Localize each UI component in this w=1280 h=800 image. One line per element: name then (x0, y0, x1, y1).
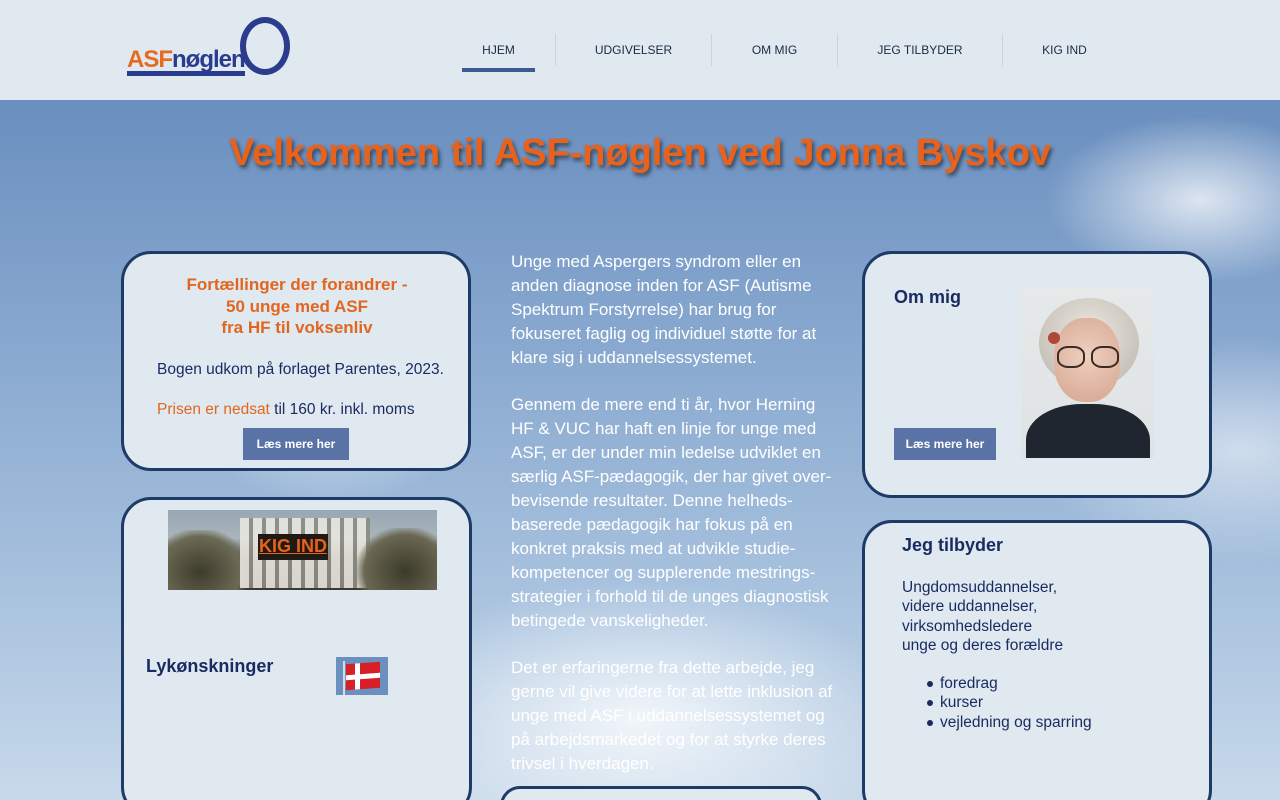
about-title: Om mig (894, 287, 962, 307)
nav-item-om-mig[interactable]: OM MIG (712, 0, 837, 100)
audience-line: Ungdomsuddannelser, (902, 579, 1058, 596)
portrait-flower (1048, 332, 1060, 344)
logo-key-ring-icon (240, 17, 290, 75)
nav-item-label: JEG TILBYDER (877, 43, 963, 57)
intro-paragraph: Unge med Aspergers syndrom eller en ande… (511, 252, 817, 367)
offers-list: foredrag kurser vejledning og sparring (927, 674, 1180, 732)
page-title: Velkommen til ASF-nøglen ved Jonna Bysko… (228, 132, 1052, 174)
nav-item-jeg-tilbyder[interactable]: JEG TILBYDER (838, 0, 1002, 100)
nav-item-label: KIG IND (1042, 43, 1087, 57)
portrait-glasses (1057, 346, 1119, 368)
nav-item-udgivelser[interactable]: UDGIVELSER (556, 0, 711, 100)
site-logo[interactable]: ASF nøglen (127, 17, 292, 79)
congratulations-heading: Lykønskninger (146, 656, 274, 676)
book-description: Bogen udkom på forlaget Parentes, 2023. (157, 361, 444, 378)
bush-right (357, 528, 437, 590)
offers-audience: Ungdomsuddannelser, videre uddannelser, … (902, 578, 1182, 655)
book-title-line: 50 unge med ASF (225, 296, 368, 316)
price-rest: til 160 kr. inkl. moms (269, 401, 415, 418)
audience-line: unge og deres forældre (902, 636, 1064, 654)
logo-text-asf: ASF (127, 46, 173, 73)
nav-item-label: HJEM (482, 43, 515, 57)
site-header: ASF nøglen HJEM UDGIVELSER OM MIG JEG TI… (0, 0, 1280, 100)
book-read-more-button[interactable]: Læs mere her (243, 428, 349, 460)
book-title-line: Fortællinger der forandrer - (186, 275, 408, 294)
logo-key-shaft (127, 71, 245, 76)
kig-ind-link[interactable]: KIG IND (258, 534, 329, 560)
about-read-more-button[interactable]: Læs mere her (894, 428, 996, 460)
nav-item-hjem[interactable]: HJEM (462, 0, 535, 100)
portrait-photo (1021, 286, 1154, 458)
offers-title: Jeg tilbyder (902, 535, 1004, 555)
portrait-body (1026, 404, 1150, 458)
book-title-line: fra HF til voksenliv (221, 318, 373, 337)
bottom-center-panel (500, 786, 822, 800)
nav-item-label: UDGIVELSER (594, 43, 673, 57)
intro-paragraph: Det er erfaringerne fra dette arbejde, j… (511, 658, 833, 773)
nav-item-label: OM MIG (751, 43, 798, 57)
book-price: Prisen er nedsat til 160 kr. inkl. moms (157, 400, 457, 420)
logo-text-noglen: nøglen (172, 46, 246, 73)
flag-cloth (346, 661, 380, 691)
audience-line: videre uddannelser, (902, 598, 1038, 616)
price-highlight: Prisen er nedsat (157, 401, 270, 418)
intro-paragraph: Gennem de mere end ti år, hvor Herning H… (511, 395, 832, 630)
list-item: kurser (927, 693, 1180, 712)
book-title: Fortællinger der forandrer - 50 unge med… (124, 274, 470, 339)
intro-text: Unge med Aspergers syndrom eller en ande… (511, 250, 841, 800)
offers-panel (862, 520, 1212, 800)
danish-flag-icon[interactable] (336, 657, 388, 695)
flag-pole (343, 661, 345, 695)
list-item: vejledning og sparring (927, 713, 1180, 732)
nav-item-kig-ind[interactable]: KIG IND (1003, 0, 1126, 100)
audience-line: virksomhedsledere (902, 617, 1033, 635)
logo-text: ASF nøglen (127, 46, 246, 73)
main-nav: HJEM UDGIVELSER OM MIG JEG TILBYDER KIG … (462, 0, 1126, 100)
list-item: foredrag (927, 674, 1180, 693)
bush-left (168, 530, 248, 590)
